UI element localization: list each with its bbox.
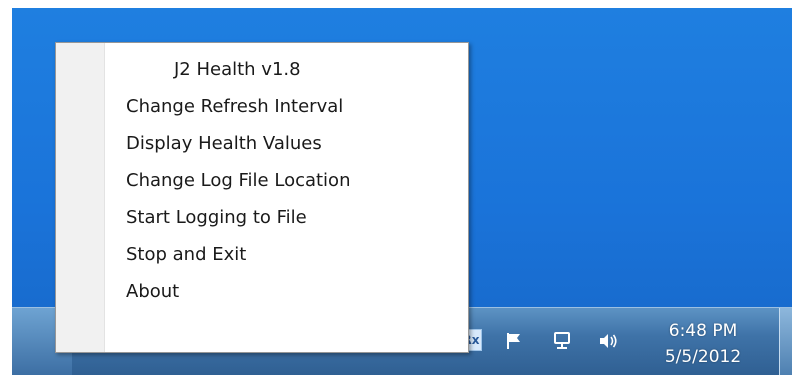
clock-time: 6:48 PM	[668, 321, 738, 341]
menu-item-display-health-values[interactable]: Display Health Values	[56, 125, 468, 162]
action-center-flag-icon[interactable]	[502, 329, 526, 353]
tray-context-menu: J2 Health v1.8 Change Refresh Interval D…	[55, 42, 469, 353]
menu-item-start-logging-to-file[interactable]: Start Logging to File	[56, 199, 468, 236]
menu-header-title: J2 Health v1.8	[174, 59, 301, 80]
network-icon[interactable]	[550, 329, 574, 353]
desktop-background: Rx 6:48 PM 5/5/2012 J2 Health v1.8 Chang…	[12, 8, 792, 375]
menu-item-about[interactable]: About	[56, 273, 468, 310]
show-desktop-button[interactable]	[779, 308, 792, 375]
taskbar-clock[interactable]: 6:48 PM 5/5/2012	[647, 318, 759, 370]
menu-item-stop-and-exit[interactable]: Stop and Exit	[56, 236, 468, 273]
menu-item-change-log-file-location[interactable]: Change Log File Location	[56, 162, 468, 199]
menu-items-list: J2 Health v1.8 Change Refresh Interval D…	[56, 51, 468, 310]
menu-item-change-refresh-interval[interactable]: Change Refresh Interval	[56, 88, 468, 125]
clock-date: 5/5/2012	[664, 347, 742, 367]
volume-icon[interactable]	[596, 329, 620, 353]
